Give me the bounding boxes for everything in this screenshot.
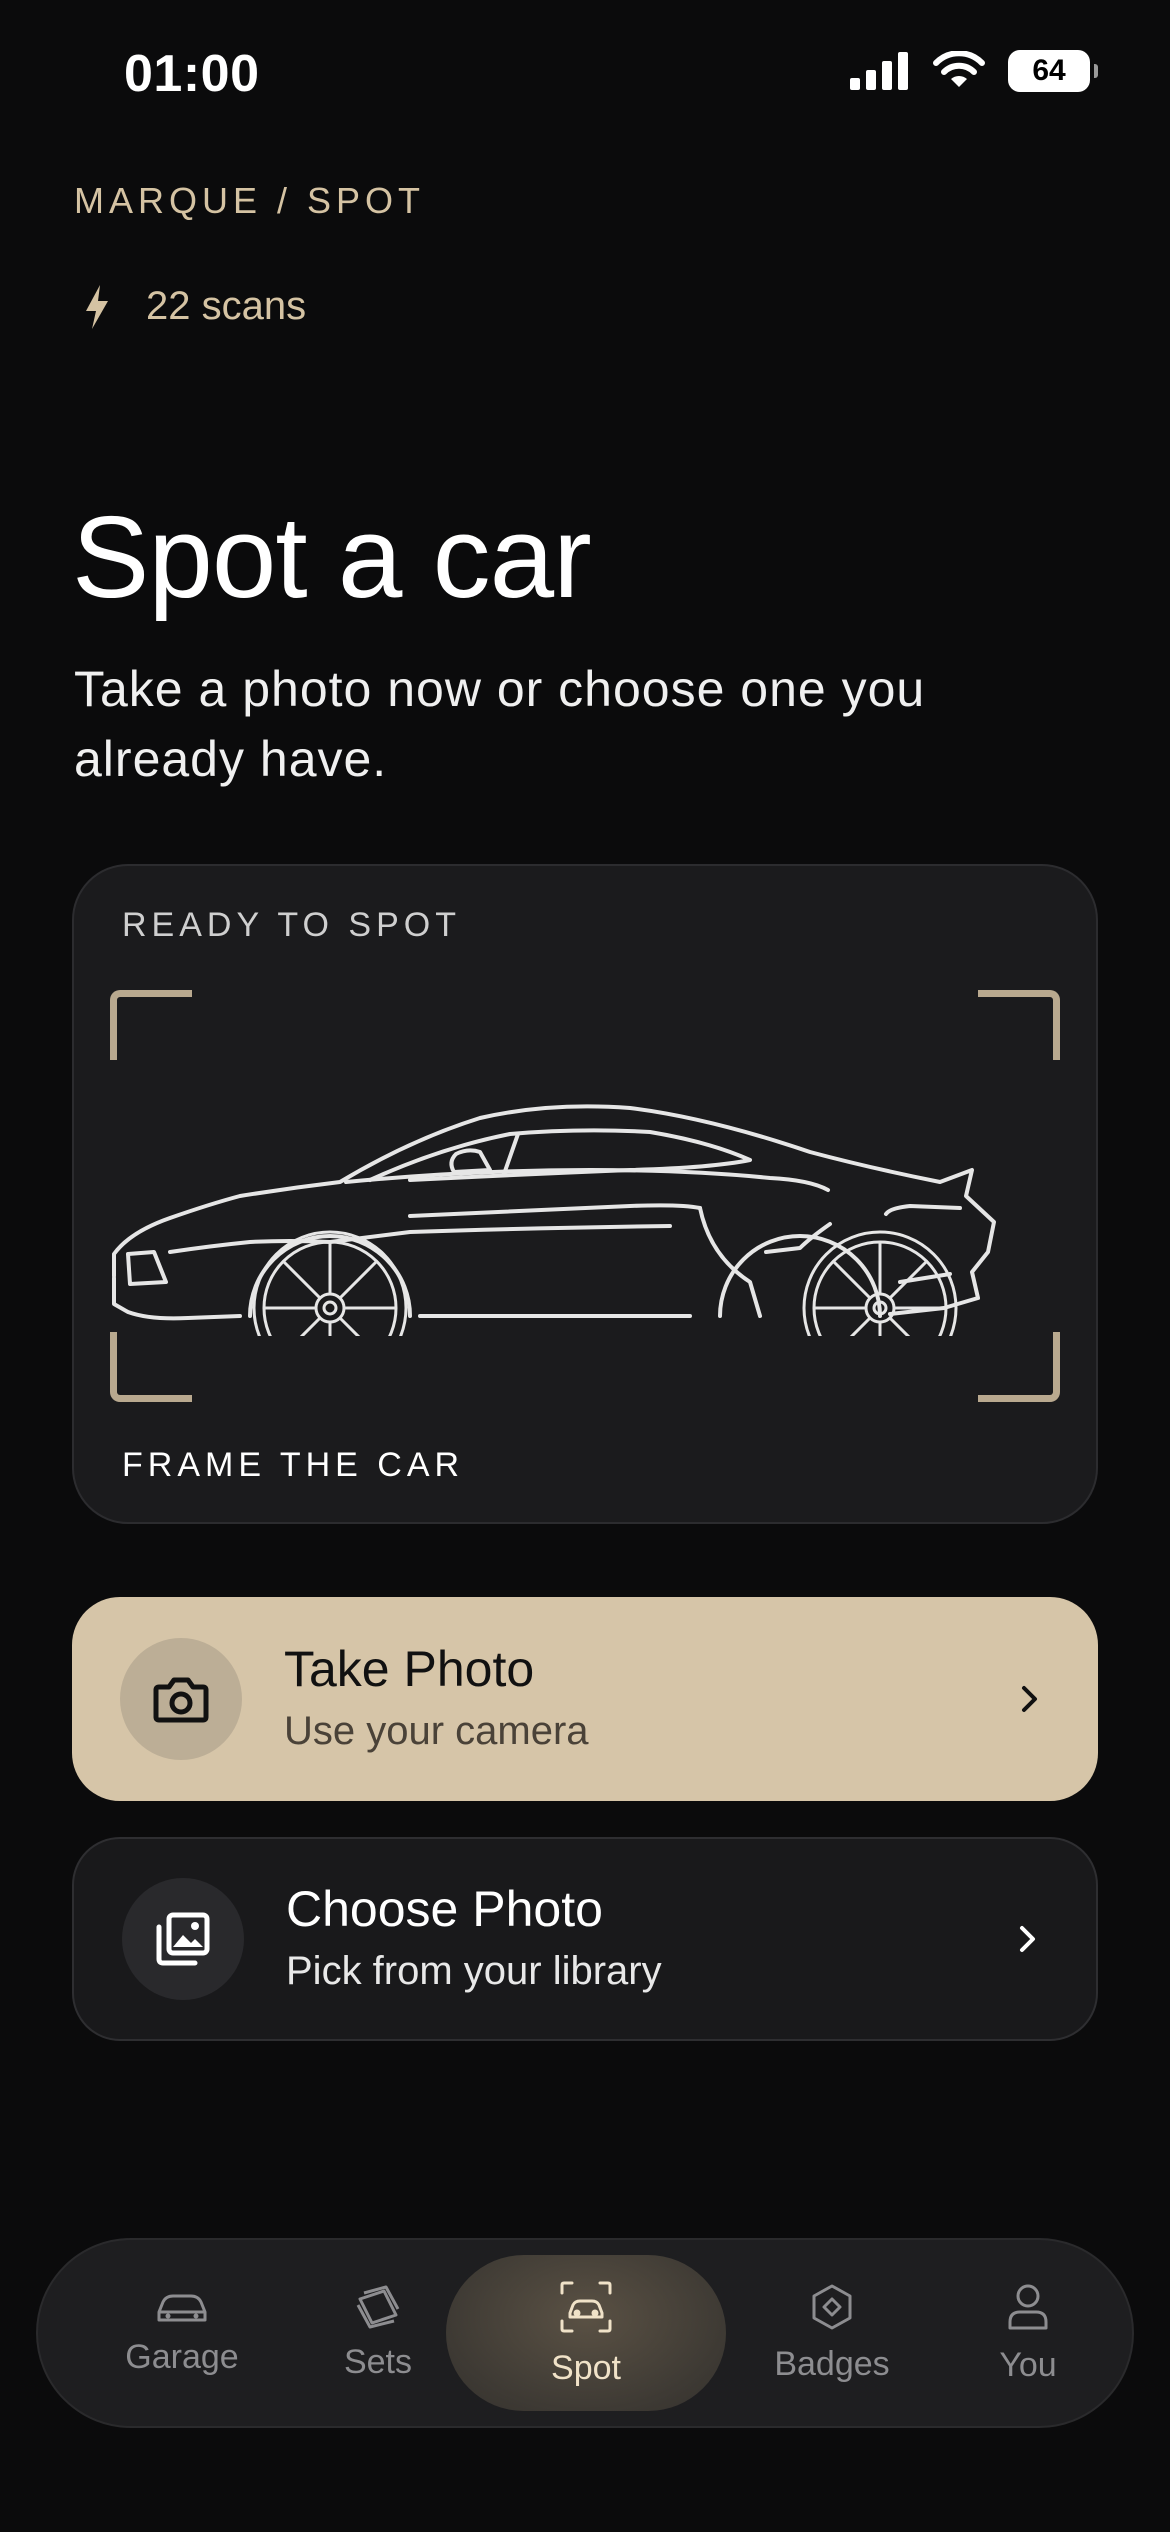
tab-garage[interactable]: Garage: [92, 2240, 272, 2426]
choose-photo-button[interactable]: Choose Photo Pick from your library: [72, 1837, 1098, 2041]
chevron-right-icon: [1022, 1686, 1037, 1712]
car-icon: [157, 2294, 207, 2321]
brand-breadcrumb: MARQUE / SPOT: [74, 180, 426, 221]
camera-icon: [153, 1677, 209, 1723]
stack-icon: [356, 2285, 400, 2328]
page-subtitle: Take a photo now or choose one you alrea…: [74, 661, 926, 787]
gallery-icon-wrap: [122, 1878, 244, 2000]
ready-label: READY TO SPOT: [122, 906, 461, 944]
frame-corner-bottom-right: [978, 1332, 1060, 1402]
tab-label: You: [999, 2345, 1057, 2384]
battery-indicator: 64: [1008, 50, 1098, 92]
camera-icon-wrap: [120, 1638, 242, 1760]
signal-icon: [850, 52, 908, 90]
tab-badges[interactable]: Badges: [742, 2240, 922, 2426]
tab-spot[interactable]: Spot: [446, 2255, 726, 2411]
scan-count: 22 scans: [84, 284, 306, 329]
page-title: Spot a car: [72, 492, 592, 622]
photo-library-icon: [156, 1912, 210, 1966]
tab-label: Spot: [551, 2348, 621, 2387]
status-icons: 64: [850, 50, 1098, 92]
take-photo-subtitle: Use your camera: [284, 1709, 589, 1753]
status-time: 01:00: [124, 45, 260, 103]
frame-instruction: FRAME THE CAR: [122, 1446, 465, 1484]
tab-label: Garage: [125, 2337, 239, 2376]
scan-count-label: 22 scans: [146, 284, 307, 328]
chevron-right-icon: [1020, 1926, 1035, 1952]
frame-corner-bottom-left: [110, 1332, 192, 1402]
bottom-tab-bar: Garage Sets Spot Badges You: [36, 2238, 1134, 2428]
car-outline-illustration: [112, 1104, 996, 1336]
scan-car-icon: [560, 2281, 612, 2332]
tab-sets[interactable]: Sets: [288, 2240, 468, 2426]
tab-you[interactable]: You: [938, 2240, 1118, 2426]
choose-photo-title: Choose Photo: [286, 1881, 603, 1937]
take-photo-title: Take Photo: [284, 1641, 535, 1697]
badge-icon: [812, 2284, 852, 2329]
wifi-icon: [933, 51, 985, 87]
choose-photo-subtitle: Pick from your library: [286, 1949, 662, 1993]
battery-level: 64: [1032, 54, 1066, 87]
tab-label: Sets: [343, 2342, 413, 2381]
bolt-icon: [86, 284, 108, 329]
viewfinder-card: READY TO SPOT FRAME THE CAR: [72, 864, 1098, 1524]
person-icon: [1008, 2284, 1048, 2329]
tab-label: Badges: [774, 2344, 890, 2383]
take-photo-button[interactable]: Take Photo Use your camera: [72, 1597, 1098, 1801]
